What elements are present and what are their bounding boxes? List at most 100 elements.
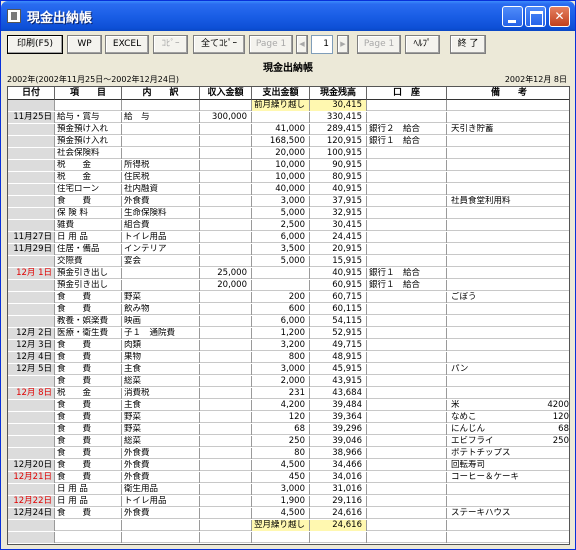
cell-date[interactable]	[8, 436, 55, 447]
cell-income[interactable]	[200, 292, 252, 303]
cell-item[interactable]: 税 金	[55, 388, 122, 399]
cell-balance[interactable]: 80,915	[310, 172, 367, 183]
cell-expense[interactable]: 40,000	[252, 184, 310, 195]
cell-expense[interactable]	[252, 268, 310, 279]
cell-account[interactable]	[367, 400, 447, 411]
cell-balance[interactable]: 38,966	[310, 448, 367, 459]
maximize-button[interactable]	[525, 6, 546, 27]
cell-income[interactable]	[200, 472, 252, 483]
table-row[interactable]: 保 険 料生命保険料 5,000 32,915	[8, 208, 569, 219]
cell-date[interactable]: 11月25日	[8, 112, 55, 123]
table-row[interactable]: 社会保険料 20,000 100,915	[8, 148, 569, 159]
cell-income[interactable]	[200, 400, 252, 411]
cell-date[interactable]: 12月 5日	[8, 364, 55, 375]
cell-detail[interactable]	[122, 544, 200, 545]
cell-expense[interactable]: 120	[252, 412, 310, 423]
cell-note[interactable]	[447, 352, 569, 363]
cell-income[interactable]	[200, 244, 252, 255]
cell-date[interactable]	[8, 184, 55, 195]
cell-date[interactable]	[8, 124, 55, 135]
cell-income[interactable]	[200, 496, 252, 507]
cell-item[interactable]: 食 費	[55, 436, 122, 447]
cell-detail[interactable]	[122, 124, 200, 135]
cell-date[interactable]	[8, 148, 55, 159]
cell-income[interactable]	[200, 460, 252, 471]
table-row[interactable]: 食 費総菜 2,000 43,915	[8, 376, 569, 387]
cell-item[interactable]	[55, 100, 122, 111]
cell-expense[interactable]: 3,500	[252, 244, 310, 255]
cell-balance[interactable]: 15,915	[310, 256, 367, 267]
cell-account[interactable]	[367, 172, 447, 183]
cell-detail[interactable]	[122, 136, 200, 147]
cell-balance[interactable]: 37,915	[310, 196, 367, 207]
cell-detail[interactable]: 外食費	[122, 508, 200, 519]
cell-detail[interactable]: 住民税	[122, 172, 200, 183]
cell-balance[interactable]: 49,715	[310, 340, 367, 351]
cell-date[interactable]	[8, 280, 55, 291]
cell-item[interactable]: 医療・衛生費	[55, 328, 122, 339]
cell-income[interactable]	[200, 376, 252, 387]
cell-income[interactable]	[200, 100, 252, 111]
cell-account[interactable]	[367, 544, 447, 545]
cell-income[interactable]	[200, 316, 252, 327]
cell-account[interactable]	[367, 304, 447, 315]
cell-note[interactable]	[447, 280, 569, 291]
cell-note[interactable]	[447, 208, 569, 219]
cell-item[interactable]: 税 金	[55, 172, 122, 183]
table-row[interactable]: 前月繰り越し 30,415	[8, 100, 569, 111]
cell-income[interactable]	[200, 508, 252, 519]
table-row[interactable]: 11月29日 住居・備品 インテリア 3,500 20,915	[8, 244, 569, 255]
cell-account[interactable]	[367, 520, 447, 531]
cell-balance[interactable]: 32,915	[310, 208, 367, 219]
cell-detail[interactable]	[122, 148, 200, 159]
table-row[interactable]: 住宅ローン 社内融資 40,000 40,915	[8, 184, 569, 195]
print-button[interactable]: 印刷(F5)	[7, 35, 63, 54]
cell-note[interactable]	[447, 532, 569, 543]
exit-button[interactable]: 終 了	[450, 35, 486, 54]
cell-balance[interactable]: 330,415	[310, 112, 367, 123]
cell-note[interactable]	[447, 232, 569, 243]
cell-income[interactable]	[200, 256, 252, 267]
cell-account[interactable]	[367, 100, 447, 111]
cell-income[interactable]	[200, 364, 252, 375]
cell-note[interactable]: 米 4200	[447, 400, 569, 411]
cell-detail[interactable]: 総菜	[122, 436, 200, 447]
table-row[interactable]: 食 費外食費 80 38,966 ポテトチップス	[8, 448, 569, 459]
minimize-button[interactable]	[502, 6, 523, 27]
cell-item[interactable]: 食 費	[55, 340, 122, 351]
cell-note[interactable]	[447, 544, 570, 545]
cell-date[interactable]	[8, 400, 55, 411]
cell-expense[interactable]: 翌月繰り越し	[252, 520, 310, 531]
cell-item[interactable]: 食 費	[55, 304, 122, 315]
cell-expense[interactable]: 250	[252, 436, 310, 447]
cell-balance[interactable]: 34,466	[310, 460, 367, 471]
cell-note[interactable]: 回転寿司	[447, 460, 569, 471]
cell-income[interactable]	[200, 328, 252, 339]
cell-income[interactable]	[200, 448, 252, 459]
cell-detail[interactable]: 総菜	[122, 376, 200, 387]
cell-item[interactable]: 教養・娯楽費	[55, 316, 122, 327]
cell-expense[interactable]: 450	[252, 472, 310, 483]
table-row[interactable]: 11月27日日 用 品トイレ用品 6,000 24,415	[8, 232, 569, 243]
cell-income[interactable]	[200, 232, 252, 243]
cell-note[interactable]	[447, 376, 569, 387]
cell-income[interactable]: 300,000	[200, 112, 252, 123]
cell-expense[interactable]: 6,000	[252, 316, 310, 327]
table-row[interactable]: 食 費野菜 68 39,296 にんじん 68	[8, 424, 569, 435]
cell-account[interactable]	[367, 472, 447, 483]
excel-button[interactable]: EXCEL	[105, 35, 149, 54]
cell-expense[interactable]: 800	[252, 352, 310, 363]
table-row[interactable]: 12月20日食 費外食費 4,500 34,466 回転寿司	[8, 460, 569, 471]
cell-detail[interactable]: 果物	[122, 352, 200, 363]
cell-note[interactable]	[447, 328, 569, 339]
cell-balance[interactable]: 29,116	[310, 496, 367, 507]
cell-date[interactable]	[8, 316, 55, 327]
cell-date[interactable]	[8, 136, 55, 147]
cell-date[interactable]	[8, 424, 55, 435]
cell-note[interactable]	[447, 304, 569, 315]
cell-item[interactable]: 日 用 品	[55, 232, 122, 243]
cell-account[interactable]	[367, 316, 447, 327]
table-row[interactable]: 教養・娯楽費 映画 6,000 54,115	[8, 316, 569, 327]
cell-expense[interactable]: 3,200	[252, 340, 310, 351]
cell-note[interactable]: エビフライ 250	[447, 436, 569, 447]
